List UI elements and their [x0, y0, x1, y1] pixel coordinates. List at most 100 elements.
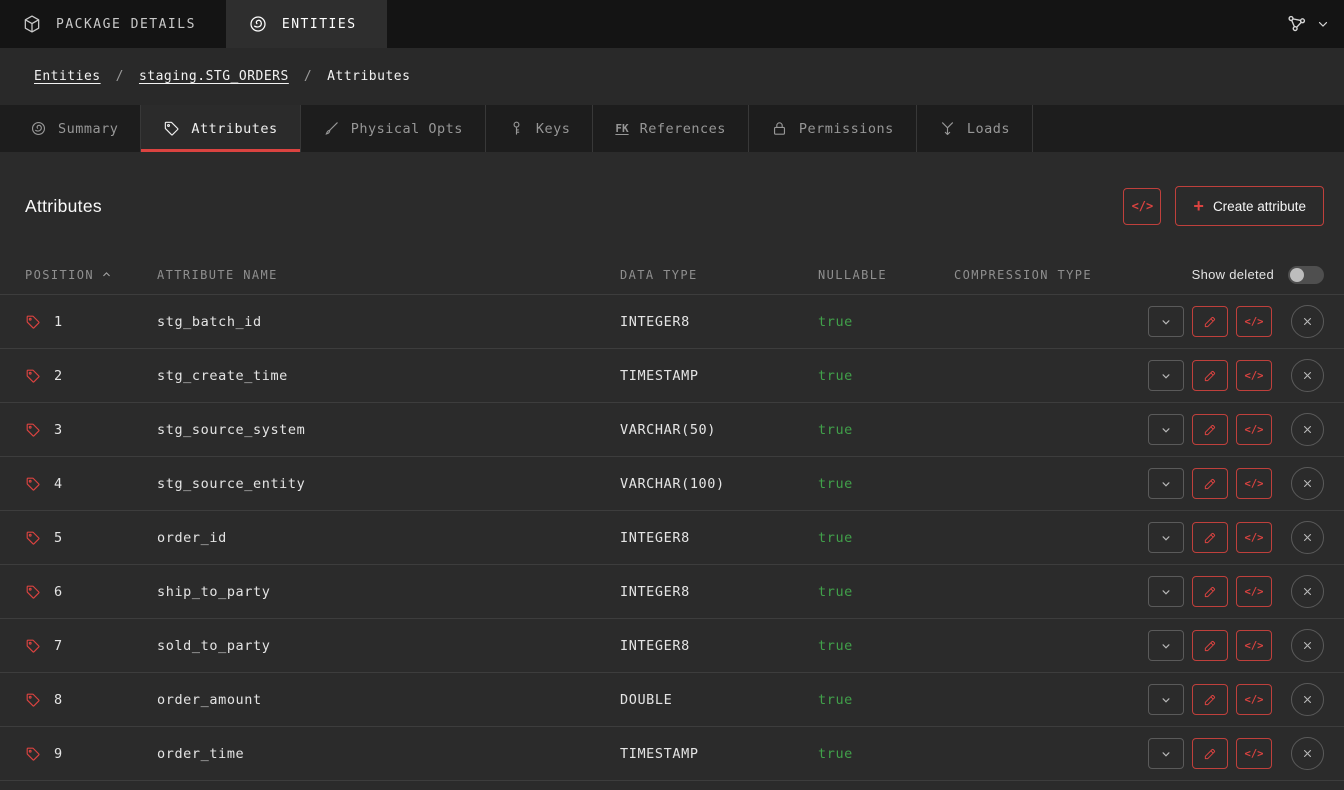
attribute-nullable: true [818, 368, 954, 384]
edit-attribute-button[interactable] [1192, 630, 1228, 661]
tab-physical-opts[interactable]: Physical Opts [301, 105, 486, 152]
breadcrumb-entity-link[interactable]: staging.STG_ORDERS [139, 69, 289, 84]
show-deleted-control: Show deleted [1138, 266, 1324, 284]
breadcrumb-separator: / [304, 69, 312, 84]
attribute-tag-icon [25, 368, 41, 384]
attribute-code-button[interactable] [1236, 630, 1272, 661]
tab-entities[interactable]: ENTITIES [226, 0, 387, 48]
attribute-position: 4 [54, 476, 63, 492]
edit-attribute-button[interactable] [1192, 576, 1228, 607]
attribute-name: stg_batch_id [157, 314, 620, 330]
row-actions [1138, 413, 1324, 446]
attribute-data-type: TIMESTAMP [620, 368, 818, 384]
edit-attribute-button[interactable] [1192, 468, 1228, 499]
edit-attribute-button[interactable] [1192, 684, 1228, 715]
expand-row-button[interactable] [1148, 468, 1184, 499]
edit-attribute-button[interactable] [1192, 414, 1228, 445]
expand-row-button[interactable] [1148, 414, 1184, 445]
column-header-compression-type: COMPRESSION TYPE [954, 268, 1138, 282]
position-cell: 1 [25, 314, 157, 330]
attribute-position: 6 [54, 584, 63, 600]
attribute-data-type: VARCHAR(100) [620, 476, 818, 492]
expand-row-button[interactable] [1148, 360, 1184, 391]
attribute-code-button[interactable] [1236, 414, 1272, 445]
row-actions [1138, 359, 1324, 392]
attribute-data-type: DOUBLE [620, 692, 818, 708]
attribute-data-type: INTEGER8 [620, 530, 818, 546]
attribute-nullable: true [818, 584, 954, 600]
row-actions [1138, 683, 1324, 716]
edit-attribute-button[interactable] [1192, 360, 1228, 391]
attribute-position: 5 [54, 530, 63, 546]
attribute-code-button[interactable] [1236, 738, 1272, 769]
code-icon [1245, 640, 1264, 652]
delete-attribute-button[interactable] [1291, 683, 1324, 716]
main-content: Attributes + Create attribute POSITION A… [0, 186, 1344, 781]
tab-references[interactable]: FK References [593, 105, 749, 152]
connections-menu[interactable] [1272, 0, 1344, 48]
lock-icon [771, 120, 788, 137]
row-actions [1138, 575, 1324, 608]
expand-row-button[interactable] [1148, 522, 1184, 553]
table-header: POSITION ATTRIBUTE NAME DATA TYPE NULLAB… [0, 255, 1344, 295]
delete-attribute-button[interactable] [1291, 467, 1324, 500]
chevron-down-icon [1316, 17, 1330, 31]
attribute-code-button[interactable] [1236, 306, 1272, 337]
attribute-code-button[interactable] [1236, 684, 1272, 715]
column-header-attribute-name: ATTRIBUTE NAME [157, 268, 620, 282]
column-header-position[interactable]: POSITION [25, 268, 157, 282]
expand-row-button[interactable] [1148, 576, 1184, 607]
row-actions [1138, 629, 1324, 662]
edit-attribute-button[interactable] [1192, 738, 1228, 769]
delete-attribute-button[interactable] [1291, 575, 1324, 608]
attribute-code-button[interactable] [1236, 576, 1272, 607]
attribute-tag-icon [25, 530, 41, 546]
tab-attributes[interactable]: Attributes [141, 105, 300, 152]
attribute-tag-icon [25, 422, 41, 438]
position-cell: 7 [25, 638, 157, 654]
breadcrumb-entities-link[interactable]: Entities [34, 69, 101, 84]
edit-attribute-button[interactable] [1192, 306, 1228, 337]
position-cell: 8 [25, 692, 157, 708]
attribute-row: 7 sold_to_party INTEGER8 true [0, 619, 1344, 673]
attribute-data-type: INTEGER8 [620, 314, 818, 330]
attribute-nullable: true [818, 638, 954, 654]
expand-row-button[interactable] [1148, 684, 1184, 715]
attribute-position: 3 [54, 422, 63, 438]
view-code-button[interactable] [1123, 188, 1161, 225]
attribute-row: 9 order_time TIMESTAMP true [0, 727, 1344, 781]
sort-asc-icon [101, 269, 112, 280]
attribute-nullable: true [818, 746, 954, 762]
delete-attribute-button[interactable] [1291, 629, 1324, 662]
expand-row-button[interactable] [1148, 630, 1184, 661]
delete-attribute-button[interactable] [1291, 413, 1324, 446]
tab-loads[interactable]: Loads [917, 105, 1033, 152]
tab-package-details[interactable]: PACKAGE DETAILS [0, 0, 226, 48]
attribute-position: 9 [54, 746, 63, 762]
tab-physical-opts-label: Physical Opts [351, 121, 463, 137]
show-deleted-toggle[interactable] [1288, 266, 1324, 284]
attribute-code-button[interactable] [1236, 522, 1272, 553]
attribute-tag-icon [25, 584, 41, 600]
attribute-code-button[interactable] [1236, 360, 1272, 391]
tab-permissions[interactable]: Permissions [749, 105, 917, 152]
delete-attribute-button[interactable] [1291, 737, 1324, 770]
create-attribute-button[interactable]: + Create attribute [1175, 186, 1324, 226]
attribute-name: ship_to_party [157, 584, 620, 600]
attribute-row: 5 order_id INTEGER8 true [0, 511, 1344, 565]
attribute-position: 8 [54, 692, 63, 708]
tab-keys[interactable]: Keys [486, 105, 594, 152]
expand-row-button[interactable] [1148, 738, 1184, 769]
delete-attribute-button[interactable] [1291, 305, 1324, 338]
tab-summary[interactable]: Summary [0, 105, 141, 152]
breadcrumb-current: Attributes [327, 69, 410, 84]
attribute-nullable: true [818, 422, 954, 438]
attribute-code-button[interactable] [1236, 468, 1272, 499]
expand-row-button[interactable] [1148, 306, 1184, 337]
delete-attribute-button[interactable] [1291, 521, 1324, 554]
column-header-data-type: DATA TYPE [620, 268, 818, 282]
edit-attribute-button[interactable] [1192, 522, 1228, 553]
brush-icon [323, 120, 340, 137]
position-cell: 2 [25, 368, 157, 384]
delete-attribute-button[interactable] [1291, 359, 1324, 392]
